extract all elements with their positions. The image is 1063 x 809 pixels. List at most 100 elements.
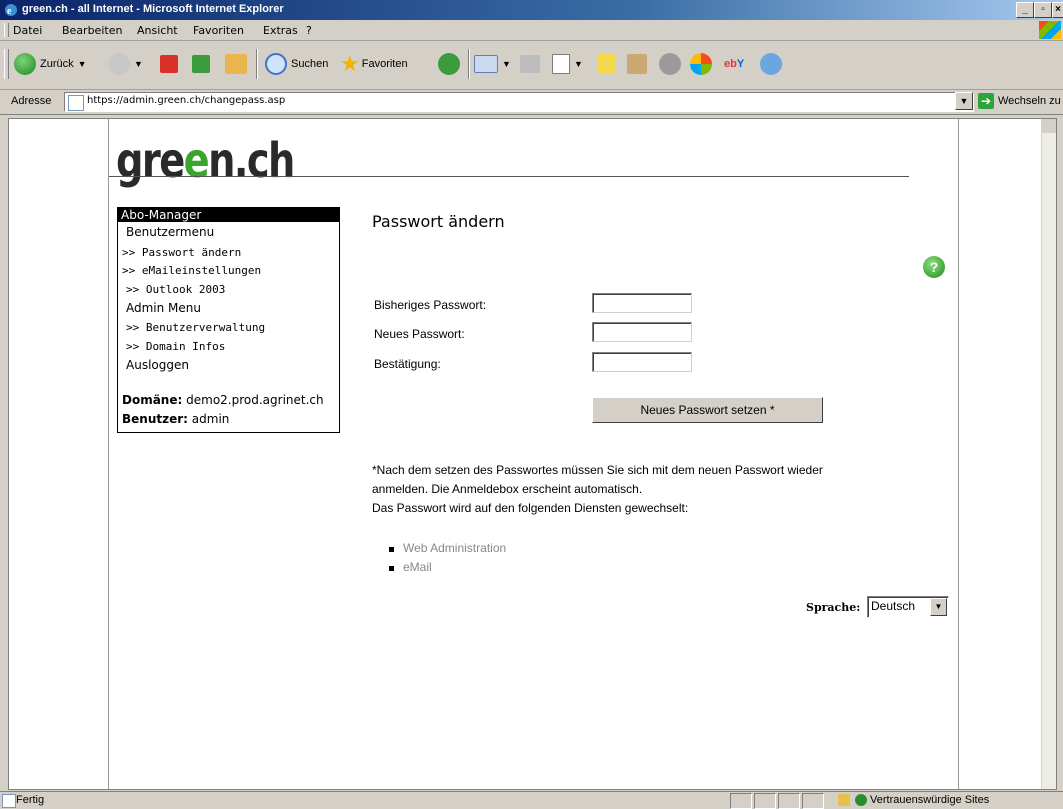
minimize-button[interactable]: _ [1016, 2, 1034, 18]
home-icon [225, 54, 247, 74]
lock-icon [838, 794, 850, 806]
search-icon [265, 53, 287, 75]
word-edit-icon [552, 54, 570, 74]
sidebar-item-outlook[interactable]: >> Outlook 2003 [126, 283, 225, 296]
vertical-scrollbar[interactable] [1041, 119, 1056, 789]
print-icon [520, 55, 540, 73]
messenger-icon [659, 53, 681, 75]
sidebar-item-change-password[interactable]: >> Passwort ändern [122, 246, 241, 259]
home-button[interactable] [225, 49, 247, 79]
forward-dropdown-icon[interactable]: ▼ [134, 59, 143, 69]
go-arrow-icon[interactable]: ➔ [978, 93, 994, 109]
stop-button[interactable] [160, 49, 178, 79]
menu-bearbeiten[interactable]: Bearbeiten [62, 24, 122, 37]
search-button[interactable]: Suchen [265, 49, 328, 79]
old-password-label: Bisheriges Passwort: [374, 298, 487, 312]
set-password-button[interactable]: Neues Passwort setzen * [592, 397, 823, 423]
menu-ansicht[interactable]: Ansicht [137, 24, 178, 37]
left-border-line [108, 119, 109, 789]
msn-button[interactable] [690, 49, 712, 79]
mail-dropdown-icon[interactable]: ▼ [502, 59, 511, 69]
old-password-input[interactable] [592, 293, 692, 313]
menu-extras[interactable]: Extras [263, 24, 298, 37]
help-icon[interactable]: ? [923, 256, 945, 278]
close-button[interactable]: × [1052, 2, 1063, 18]
msn-butterfly-icon [690, 53, 712, 75]
sidebar-item-admin-menu[interactable]: Admin Menu [126, 301, 201, 315]
sidebar-header: Abo-Manager [118, 208, 339, 222]
scroll-up-button[interactable] [1042, 119, 1056, 133]
title-bar: e green.ch - all Internet - Microsoft In… [0, 0, 1063, 20]
sidebar-item-logout[interactable]: Ausloggen [126, 358, 189, 372]
mail-button[interactable]: ▼ [474, 49, 511, 79]
back-button[interactable]: Zurück ▼ [14, 49, 87, 79]
page-title: Passwort ändern [372, 212, 505, 231]
toolbar-separator [468, 49, 470, 79]
refresh-icon [192, 55, 210, 73]
language-value: Deutsch [871, 599, 916, 613]
service-item-web-admin: Web Administration [389, 541, 506, 560]
maximize-button[interactable]: ▫ [1034, 2, 1052, 18]
right-border-line [958, 119, 959, 789]
search-label: Suchen [291, 58, 329, 70]
svg-text:e: e [7, 6, 12, 17]
forward-button[interactable]: ▼ [108, 49, 143, 79]
favorites-star-icon: ★ [340, 51, 360, 76]
address-bar: Adresse https://admin.green.ch/changepas… [0, 90, 1063, 115]
address-url: https://admin.green.ch/changepass.asp [87, 95, 286, 106]
domain-info: Domäne: demo2.prod.agrinet.ch [122, 393, 324, 407]
domain-value: demo2.prod.agrinet.ch [186, 393, 324, 407]
domain-label: Domäne: [122, 393, 183, 407]
menu-help[interactable]: ? [306, 24, 312, 37]
ebay-button[interactable]: ebY [724, 49, 744, 79]
confirm-password-label: Bestätigung: [374, 357, 441, 371]
new-password-input[interactable] [592, 322, 692, 342]
back-dropdown-icon[interactable]: ▼ [78, 59, 87, 69]
print-button[interactable] [520, 49, 540, 79]
edit-dropdown-icon[interactable]: ▼ [574, 59, 583, 69]
page-icon [68, 95, 84, 111]
sidebar-item-domain-info[interactable]: >> Domain Infos [126, 340, 225, 353]
history-icon [438, 53, 460, 75]
security-zone: Vertrauenswürdige Sites [870, 794, 990, 806]
back-arrow-icon [14, 53, 36, 75]
toolbar-grip [4, 49, 9, 79]
menu-favoriten[interactable]: Favoriten [193, 24, 244, 37]
favorites-button[interactable]: ★ Favoriten [340, 49, 408, 79]
language-select[interactable]: Deutsch ▼ [867, 596, 949, 618]
confirm-password-input[interactable] [592, 352, 692, 372]
note-line-3: Das Passwort wird auf den folgenden Dien… [372, 501, 689, 515]
menu-grip [4, 23, 9, 37]
notes-button[interactable] [597, 49, 615, 79]
refresh-button[interactable] [192, 49, 210, 79]
sidebar-item-user-admin[interactable]: >> Benutzerverwaltung [126, 321, 265, 334]
users-button[interactable] [760, 49, 782, 79]
sidebar-item-email-settings[interactable]: >> eMaileinstellungen [122, 264, 261, 277]
back-label: Zurück [40, 58, 74, 70]
address-label: Adresse [11, 95, 52, 107]
page-viewport: green.ch Abo-Manager Benutzermenu >> Pas… [8, 118, 1057, 790]
edit-button[interactable]: ▼ [552, 49, 583, 79]
users-icon [760, 53, 782, 75]
go-button[interactable]: Wechseln zu [998, 95, 1061, 107]
menu-bar: Datei Bearbeiten Ansicht Favoriten Extra… [0, 20, 1063, 41]
history-button[interactable] [438, 49, 460, 79]
status-text: Fertig [16, 794, 45, 806]
service-item-email: eMail [389, 560, 506, 579]
standard-toolbar: Zurück ▼ ▼ Suchen ★ Favoriten ▼ ▼ ebY [0, 41, 1063, 90]
user-value: admin [191, 412, 230, 426]
status-bar: Fertig Vertrauenswürdige Sites [0, 791, 1063, 809]
chevron-down-icon[interactable]: ▼ [930, 598, 947, 616]
note-line-1: *Nach dem setzen des Passwortes müssen S… [372, 463, 823, 477]
menu-datei[interactable]: Datei [13, 24, 42, 37]
toolbar-separator [256, 49, 258, 79]
sidebar-item-user-menu[interactable]: Benutzermenu [126, 225, 214, 239]
address-dropdown-icon[interactable]: ▼ [955, 92, 973, 110]
internet-explorer-icon: e [4, 3, 18, 17]
logo-divider [109, 176, 909, 177]
research-button[interactable] [627, 49, 647, 79]
window-title: green.ch - all Internet - Microsoft Inte… [22, 3, 284, 15]
messenger-button[interactable] [659, 49, 681, 79]
stop-icon [160, 55, 178, 73]
address-input[interactable]: https://admin.green.ch/changepass.asp [64, 92, 974, 112]
